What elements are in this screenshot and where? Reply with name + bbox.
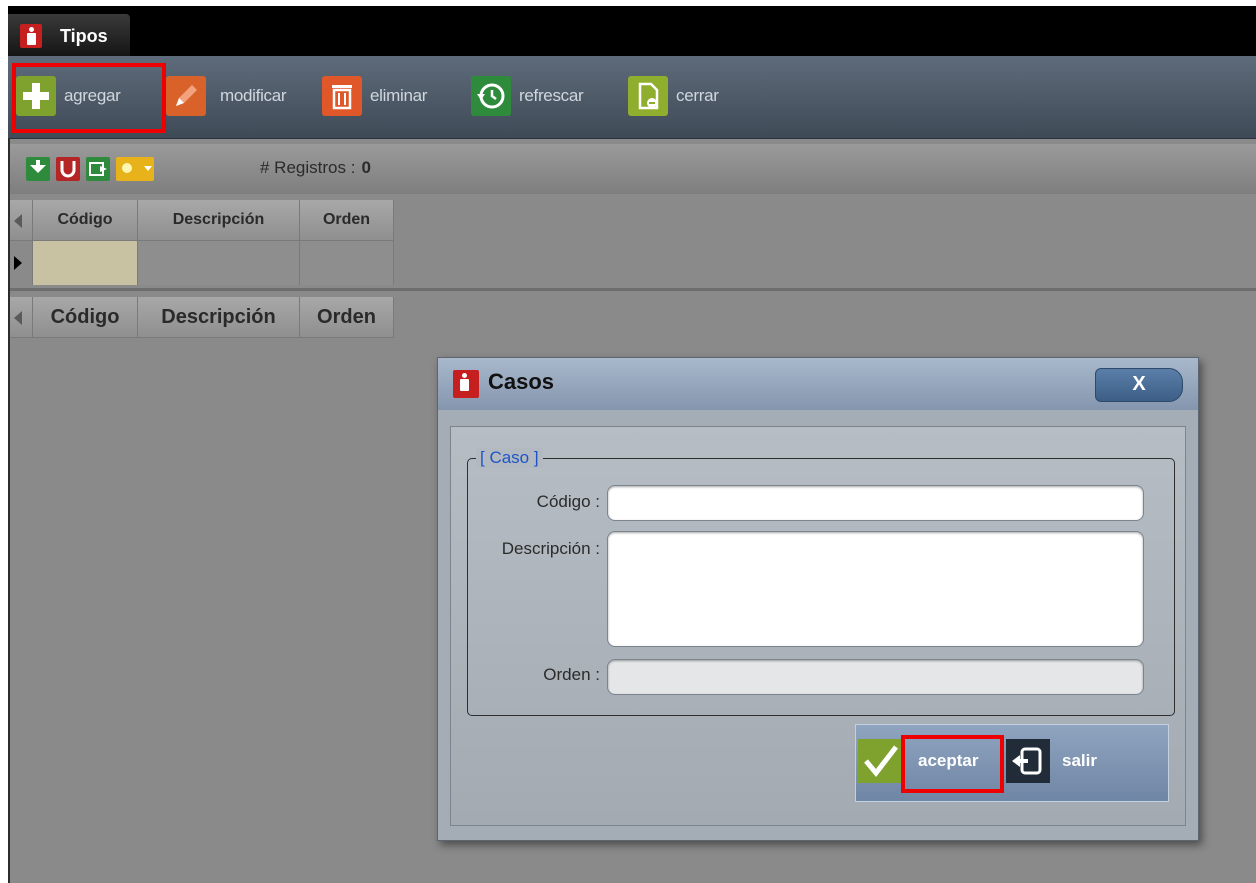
- window-tab-title: Tipos: [60, 26, 108, 46]
- row-header-corner: [10, 297, 33, 337]
- main-toolbar: agregar modificar eliminar refrescar cer…: [8, 56, 1256, 139]
- table-row[interactable]: [10, 241, 394, 285]
- delete-button[interactable]: eliminar: [322, 74, 427, 118]
- delete-label: eliminar: [370, 86, 428, 105]
- refresh-clock-icon: [471, 76, 511, 116]
- description-textarea[interactable]: [607, 531, 1144, 647]
- pencil-icon: [166, 76, 206, 116]
- app-person-icon: [20, 24, 42, 48]
- refresh-label: refrescar: [519, 86, 584, 105]
- export-icon[interactable]: [26, 157, 50, 181]
- col-description[interactable]: Descripción: [138, 200, 300, 240]
- lightbulb-dropdown-icon[interactable]: [116, 157, 154, 181]
- window-tab-bar: [8, 6, 1256, 56]
- cell-code[interactable]: [33, 241, 138, 285]
- col-code[interactable]: Código: [33, 200, 138, 240]
- top-grid-header: Código Descripción Orden: [10, 200, 394, 241]
- accept-button-highlight: [901, 735, 1004, 793]
- exit-door-icon: [1006, 739, 1050, 783]
- cell-description[interactable]: [138, 241, 300, 285]
- grid-subtoolbar: # Registros :0: [10, 144, 1256, 194]
- cases-dialog: Casos X [ Caso ] Código : Descripción : …: [437, 357, 1199, 841]
- order-input: [607, 659, 1144, 695]
- add-button-highlight: [12, 63, 166, 133]
- dialog-close-button[interactable]: X: [1095, 368, 1183, 402]
- code-input[interactable]: [607, 485, 1144, 521]
- close-button[interactable]: cerrar: [628, 74, 719, 118]
- case-group-legend: [ Caso ]: [476, 448, 543, 468]
- close-label: cerrar: [676, 86, 719, 105]
- edit-label: modificar: [220, 86, 287, 105]
- dialog-title: Casos: [488, 369, 555, 394]
- row-pointer: [10, 241, 33, 285]
- row-header-corner: [10, 200, 33, 240]
- col-code[interactable]: Código: [33, 297, 138, 337]
- records-counter: # Registros :0: [260, 158, 371, 177]
- cell-order[interactable]: [300, 241, 394, 285]
- window-tab[interactable]: Tipos: [8, 14, 130, 56]
- code-label: Código :: [536, 492, 600, 511]
- description-label: Descripción :: [501, 539, 600, 558]
- app-person-icon: [453, 370, 479, 398]
- export-sheet-icon[interactable]: [86, 157, 110, 181]
- refresh-button[interactable]: refrescar: [471, 74, 584, 118]
- grid-splitter[interactable]: [10, 288, 1256, 291]
- col-order[interactable]: Orden: [300, 200, 394, 240]
- col-order[interactable]: Orden: [300, 297, 394, 337]
- col-description[interactable]: Descripción: [138, 297, 300, 337]
- exit-label: salir: [1062, 751, 1097, 770]
- dialog-title-bar[interactable]: Casos X: [438, 358, 1198, 410]
- document-close-icon: [628, 76, 668, 116]
- trash-icon: [322, 76, 362, 116]
- case-group: [ Caso ] Código : Descripción : Orden :: [467, 448, 1175, 716]
- checkmark-icon: [858, 739, 902, 783]
- bottom-grid-header: Código Descripción Orden: [10, 297, 394, 338]
- order-label: Orden :: [543, 665, 600, 684]
- dialog-body: [ Caso ] Código : Descripción : Orden : …: [450, 426, 1186, 826]
- exit-button[interactable]: salir: [1006, 739, 1097, 783]
- edit-button[interactable]: modificar: [166, 74, 287, 118]
- magnet-icon[interactable]: [56, 157, 80, 181]
